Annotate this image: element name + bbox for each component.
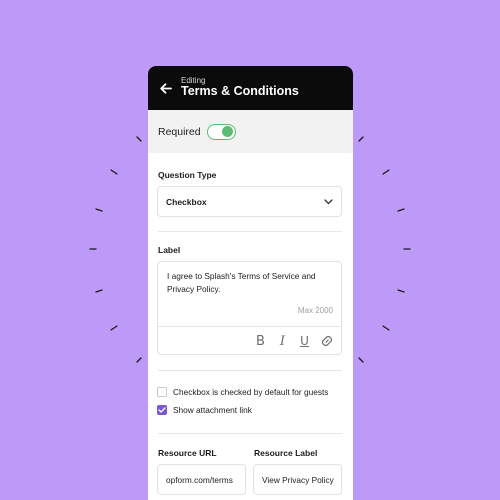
arrow-left-icon	[160, 82, 172, 94]
divider	[158, 231, 342, 232]
resource-url-input[interactable]: opform.com/terms	[157, 464, 246, 495]
label-textarea[interactable]: I agree to Splash's Terms of Service and…	[157, 261, 342, 355]
divider	[158, 370, 342, 371]
question-type-select[interactable]: Checkbox	[157, 186, 342, 217]
checkmark-icon	[158, 407, 166, 413]
toggle-knob	[222, 125, 234, 137]
underline-icon[interactable]: U	[296, 333, 313, 350]
link-icon[interactable]	[318, 333, 335, 350]
resource-url-label: Resource URL	[158, 448, 217, 458]
show-attachment-option[interactable]: Show attachment link	[157, 405, 252, 415]
back-button[interactable]	[157, 79, 175, 97]
required-row: Required	[148, 110, 353, 153]
label-text: I agree to Splash's Terms of Service and…	[167, 271, 316, 294]
format-toolbar: B I U	[158, 326, 341, 355]
option-label: Show attachment link	[173, 405, 252, 415]
resource-label-input[interactable]: View Privacy Policy	[253, 464, 342, 495]
editor-header: Editing Terms & Conditions	[148, 66, 353, 110]
default-checked-option[interactable]: Checkbox is checked by default for guest…	[157, 387, 328, 397]
resource-label-label: Resource Label	[254, 448, 318, 458]
label-field-label: Label	[158, 245, 181, 255]
divider	[158, 433, 342, 434]
question-type-value: Checkbox	[166, 196, 207, 207]
show-attachment-checkbox[interactable]	[157, 405, 167, 415]
chevron-down-icon	[324, 198, 333, 204]
question-type-label: Question Type	[158, 170, 217, 180]
char-limit: Max 2000	[297, 306, 333, 315]
default-checked-checkbox[interactable]	[157, 387, 167, 397]
bold-icon[interactable]: B	[252, 333, 269, 350]
required-toggle[interactable]	[206, 123, 236, 140]
required-label: Required	[158, 125, 201, 138]
option-label: Checkbox is checked by default for guest…	[173, 387, 329, 397]
page-title: Terms & Conditions	[181, 84, 299, 98]
editor-panel: Editing Terms & Conditions Required Ques…	[148, 66, 353, 500]
italic-icon[interactable]: I	[274, 333, 291, 350]
